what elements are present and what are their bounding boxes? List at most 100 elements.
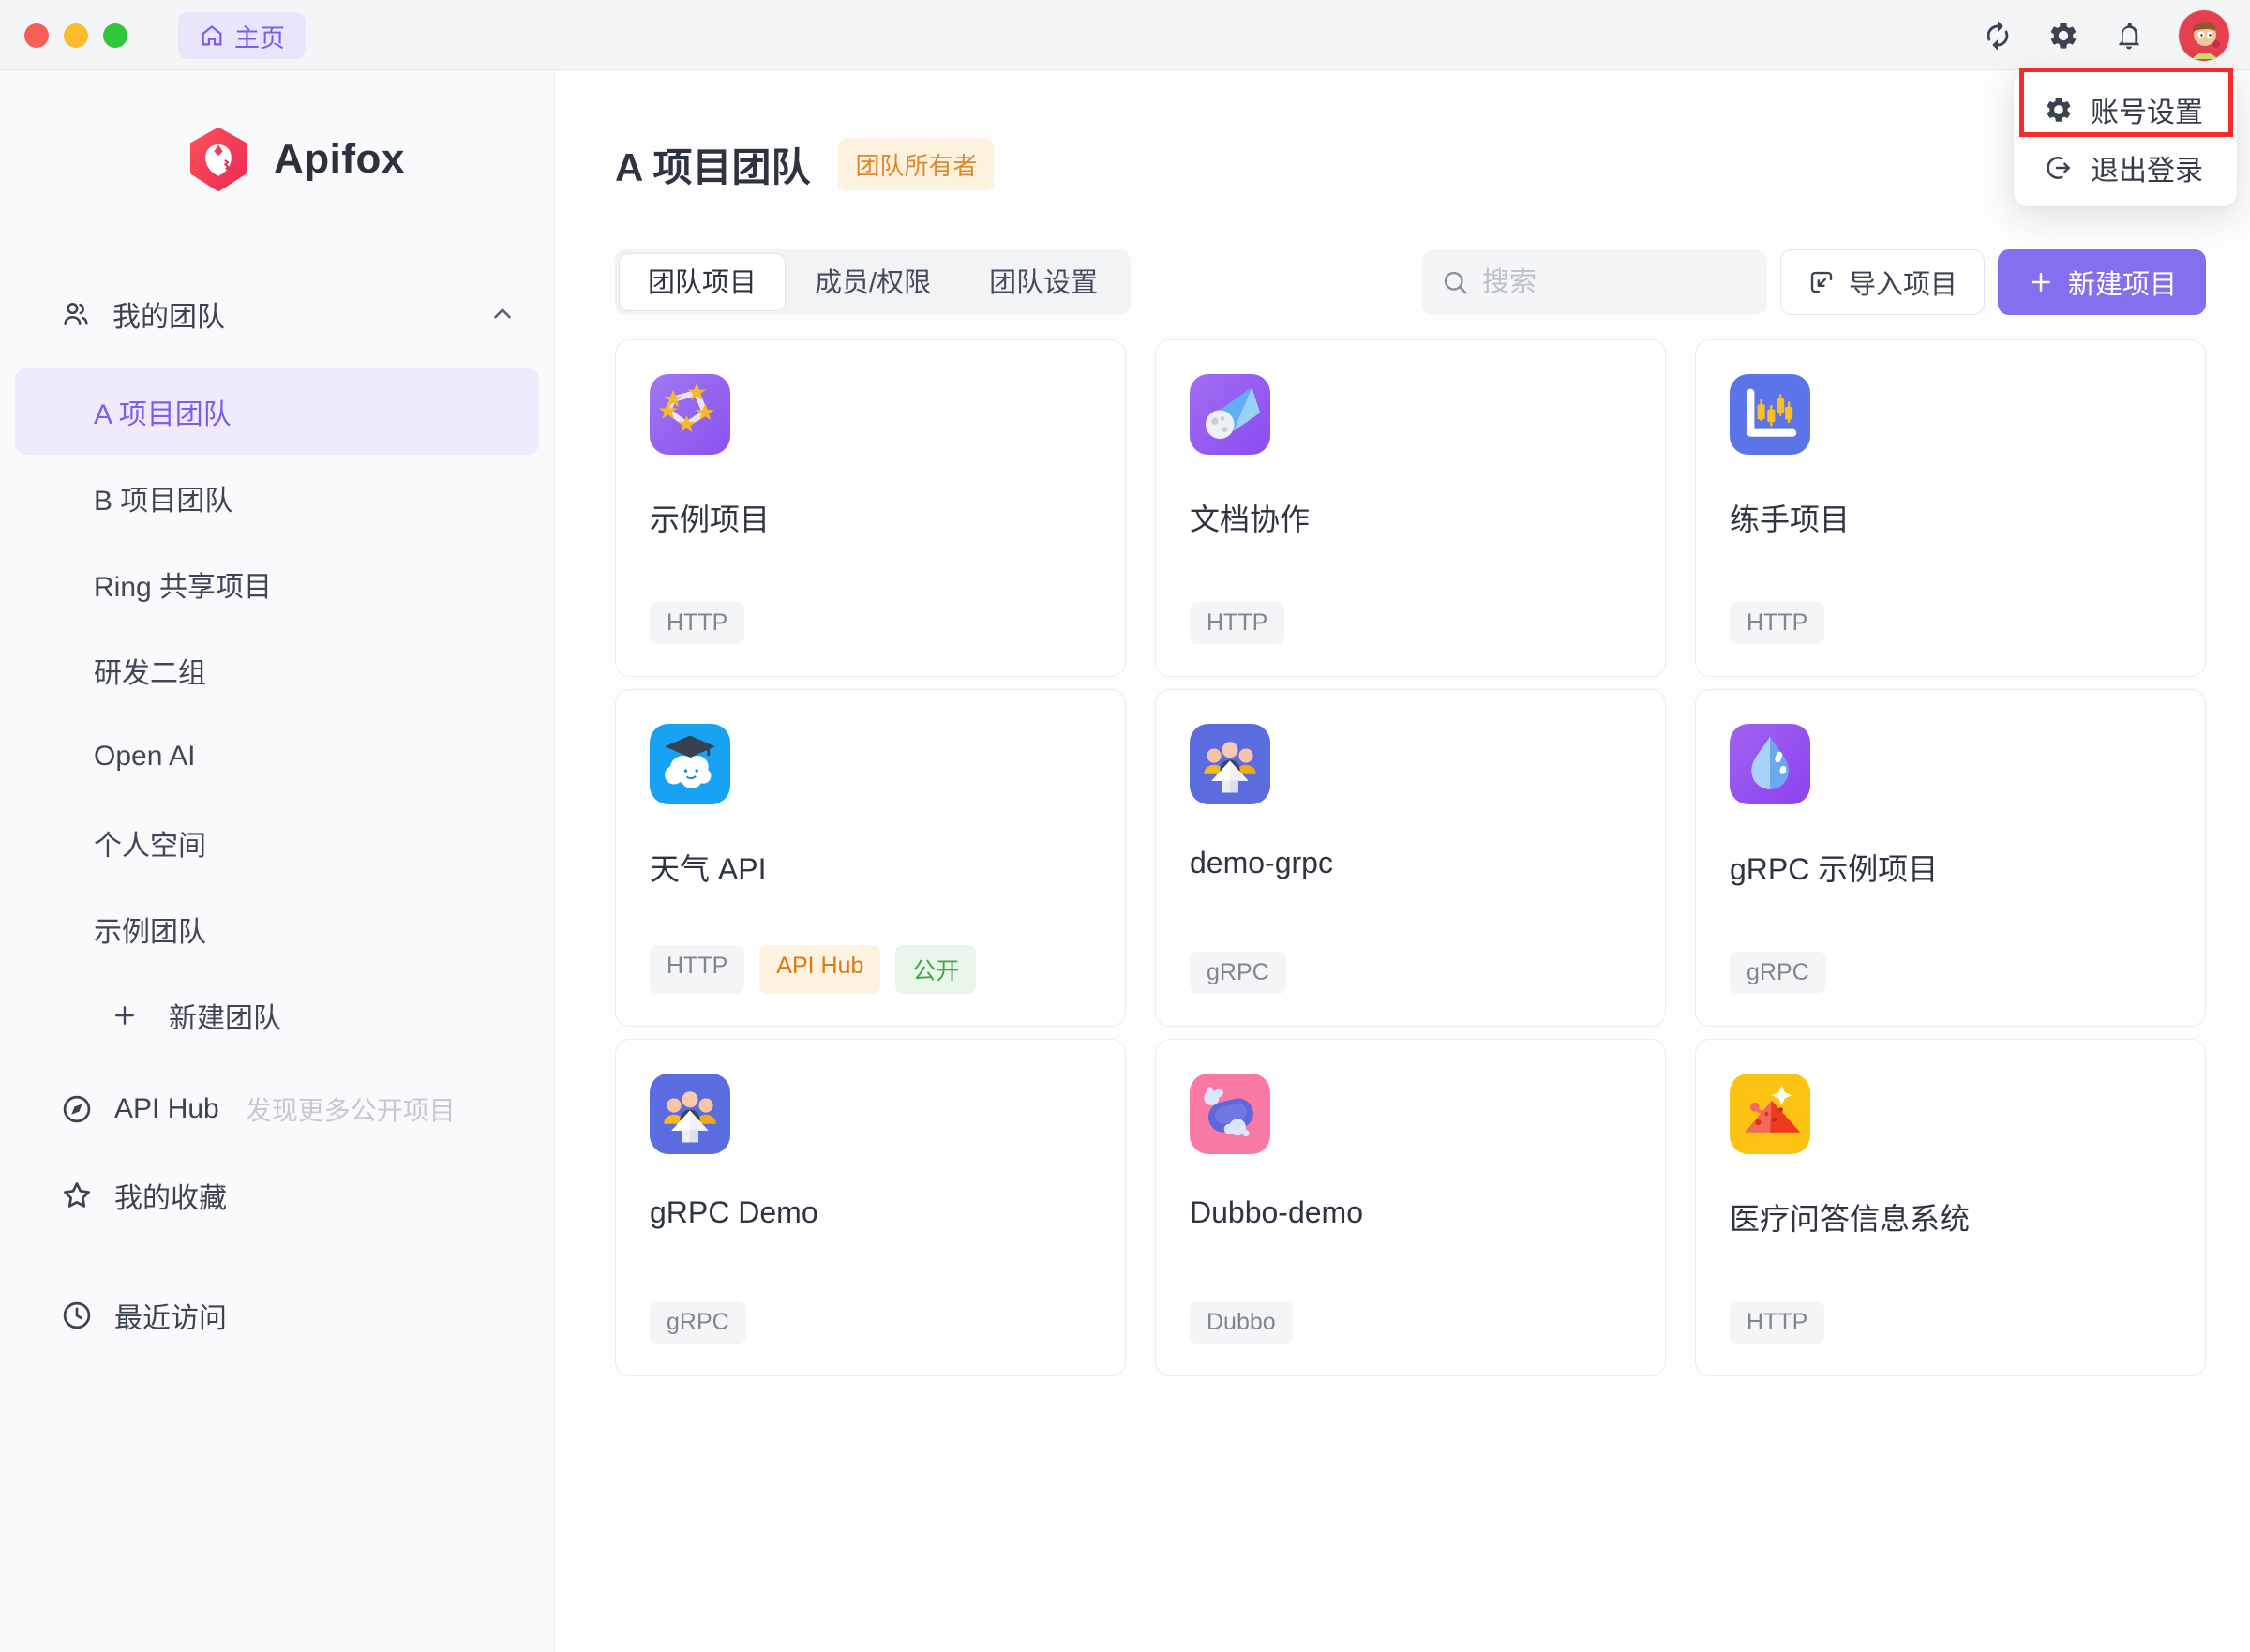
comet-icon xyxy=(1190,374,1270,455)
project-tag: HTTP xyxy=(1190,602,1284,644)
team-owner-badge: 团队所有者 xyxy=(838,139,994,190)
mountain-icon xyxy=(1730,1074,1810,1154)
search-input[interactable] xyxy=(1482,267,1748,298)
tab-team-projects[interactable]: 团队项目 xyxy=(619,253,786,311)
project-tags: HTTP xyxy=(1190,602,1284,644)
menu-item-account-settings[interactable]: 账号设置 xyxy=(2014,81,2237,139)
project-grid: 示例项目HTTP文档协作HTTP练手项目HTTP天气 APIHTTPAPI Hu… xyxy=(615,339,2206,1376)
sidebar-item-recent[interactable]: 最近访问 xyxy=(0,1272,554,1359)
import-project-label: 导入项目 xyxy=(1849,263,1958,302)
constellation-icon xyxy=(650,374,730,455)
sidebar-item-label: 我的收藏 xyxy=(114,1175,227,1216)
sidebar-item-favorites[interactable]: 我的收藏 xyxy=(0,1152,554,1239)
api-hub-hint: 发现更多公开项目 xyxy=(246,1090,456,1128)
sidebar-item-team[interactable]: 研发二组 xyxy=(15,627,539,713)
app-logo-text: Apifox xyxy=(274,136,405,183)
sidebar-item-api-hub[interactable]: API Hub 发现更多公开项目 xyxy=(0,1066,554,1152)
sync-icon[interactable] xyxy=(1982,20,2014,52)
weather-cloud-icon xyxy=(650,724,730,804)
settings-gear-icon[interactable] xyxy=(2048,20,2079,52)
team-users-icon xyxy=(60,298,92,330)
sidebar-item-label: API Hub xyxy=(114,1093,219,1125)
account-dropdown-menu: 账号设置 退出登录 xyxy=(2014,71,2237,206)
sidebar-section-label: 我的团队 xyxy=(112,293,225,335)
close-window-button[interactable] xyxy=(24,23,49,48)
sidebar-item-label: 最近访问 xyxy=(114,1295,227,1336)
user-avatar[interactable] xyxy=(2179,10,2229,61)
compass-icon xyxy=(60,1092,114,1126)
project-card[interactable]: 文档协作 HTTP xyxy=(1155,339,1666,677)
apifox-logo-icon xyxy=(184,125,253,194)
project-tag: API Hub xyxy=(759,945,880,994)
app-logo: Apifox xyxy=(184,125,554,194)
project-tag: HTTP xyxy=(650,945,744,994)
menu-item-logout[interactable]: 退出登录 xyxy=(2014,139,2237,197)
project-tag: HTTP xyxy=(1730,602,1824,644)
new-team-label: 新建团队 xyxy=(169,995,281,1036)
minimize-window-button[interactable] xyxy=(64,23,88,48)
new-project-button[interactable]: 新建项目 xyxy=(1998,249,2206,315)
new-team-button[interactable]: 新建团队 xyxy=(15,972,539,1059)
project-tag: HTTP xyxy=(1730,1301,1824,1344)
project-tags: HTTP xyxy=(650,602,744,644)
sidebar-item-team[interactable]: 示例团队 xyxy=(15,886,539,972)
project-tag: gRPC xyxy=(1730,952,1826,994)
import-project-button[interactable]: 导入项目 xyxy=(1780,249,1985,315)
project-tag: gRPC xyxy=(1190,952,1286,994)
tab-members-permissions[interactable]: 成员/权限 xyxy=(786,253,960,311)
project-name: 文档协作 xyxy=(1190,496,1631,539)
project-card[interactable]: Dubbo-demo Dubbo xyxy=(1155,1039,1666,1376)
project-tags: HTTP xyxy=(1730,602,1824,644)
project-name: 示例项目 xyxy=(650,496,1091,539)
project-tag: 公开 xyxy=(895,945,976,994)
project-tags: HTTP xyxy=(1730,1301,1824,1344)
sidebar-item-team[interactable]: Ring 共享项目 xyxy=(15,541,539,627)
meeting-people-icon xyxy=(650,1074,730,1154)
home-icon xyxy=(199,23,225,49)
meeting-people-icon xyxy=(1190,724,1270,804)
project-name: 练手项目 xyxy=(1730,496,2171,539)
sidebar-item-team[interactable]: 个人空间 xyxy=(15,800,539,886)
clock-icon xyxy=(60,1299,114,1332)
project-name: gRPC 示例项目 xyxy=(1730,846,2171,889)
chevron-up-icon[interactable] xyxy=(488,300,517,328)
project-card[interactable]: gRPC 示例项目 gRPC xyxy=(1695,689,2206,1027)
search-box[interactable] xyxy=(1422,249,1767,315)
project-tags: gRPC xyxy=(1730,952,1826,994)
window-titlebar: 主页 xyxy=(0,0,2250,70)
team-list: A 项目团队B 项目团队Ring 共享项目研发二组Open AI个人空间示例团队 xyxy=(0,368,554,972)
plus-icon xyxy=(2027,268,2055,296)
team-tabs: 团队项目 成员/权限 团队设置 xyxy=(615,249,1131,315)
water-drop-icon xyxy=(1730,724,1810,804)
notifications-bell-icon[interactable] xyxy=(2113,20,2145,52)
project-tags: gRPC xyxy=(650,1301,746,1344)
tab-team-settings[interactable]: 团队设置 xyxy=(960,253,1127,311)
page-title: A 项目团队 xyxy=(615,136,810,193)
project-card[interactable]: 医疗问答信息系统 HTTP xyxy=(1695,1039,2206,1376)
sidebar-item-team[interactable]: A 项目团队 xyxy=(15,368,539,455)
new-project-label: 新建项目 xyxy=(2068,263,2177,302)
project-name: Dubbo-demo xyxy=(1190,1195,1631,1230)
zoom-window-button[interactable] xyxy=(103,23,128,48)
project-card[interactable]: 练手项目 HTTP xyxy=(1695,339,2206,677)
star-icon xyxy=(60,1179,114,1212)
home-tab[interactable]: 主页 xyxy=(178,12,306,59)
project-tags: HTTP API Hub 公开 xyxy=(650,945,976,994)
project-card[interactable]: 示例项目 HTTP xyxy=(615,339,1126,677)
project-name: 医疗问答信息系统 xyxy=(1730,1195,2171,1239)
project-card[interactable]: demo-grpc gRPC xyxy=(1155,689,1666,1027)
project-tags: Dubbo xyxy=(1190,1301,1293,1344)
gear-icon xyxy=(2044,95,2074,125)
project-tag: gRPC xyxy=(650,1301,746,1344)
sidebar-section-my-teams[interactable]: 我的团队 xyxy=(0,284,554,344)
project-card[interactable]: 天气 APIHTTPAPI Hub公开 xyxy=(615,689,1126,1027)
project-tag: Dubbo xyxy=(1190,1301,1293,1344)
plus-icon xyxy=(111,1001,139,1029)
project-card[interactable]: gRPC DemogRPC xyxy=(615,1039,1126,1376)
sidebar-item-team[interactable]: Open AI xyxy=(15,713,539,800)
project-name: demo-grpc xyxy=(1190,846,1631,880)
sidebar: Apifox 我的团队 A 项目团队B 项目团队Ring 共享项目研发二组Ope… xyxy=(0,70,555,1652)
search-icon xyxy=(1441,268,1469,296)
sidebar-item-team[interactable]: B 项目团队 xyxy=(15,455,539,541)
traffic-lights xyxy=(24,23,128,48)
